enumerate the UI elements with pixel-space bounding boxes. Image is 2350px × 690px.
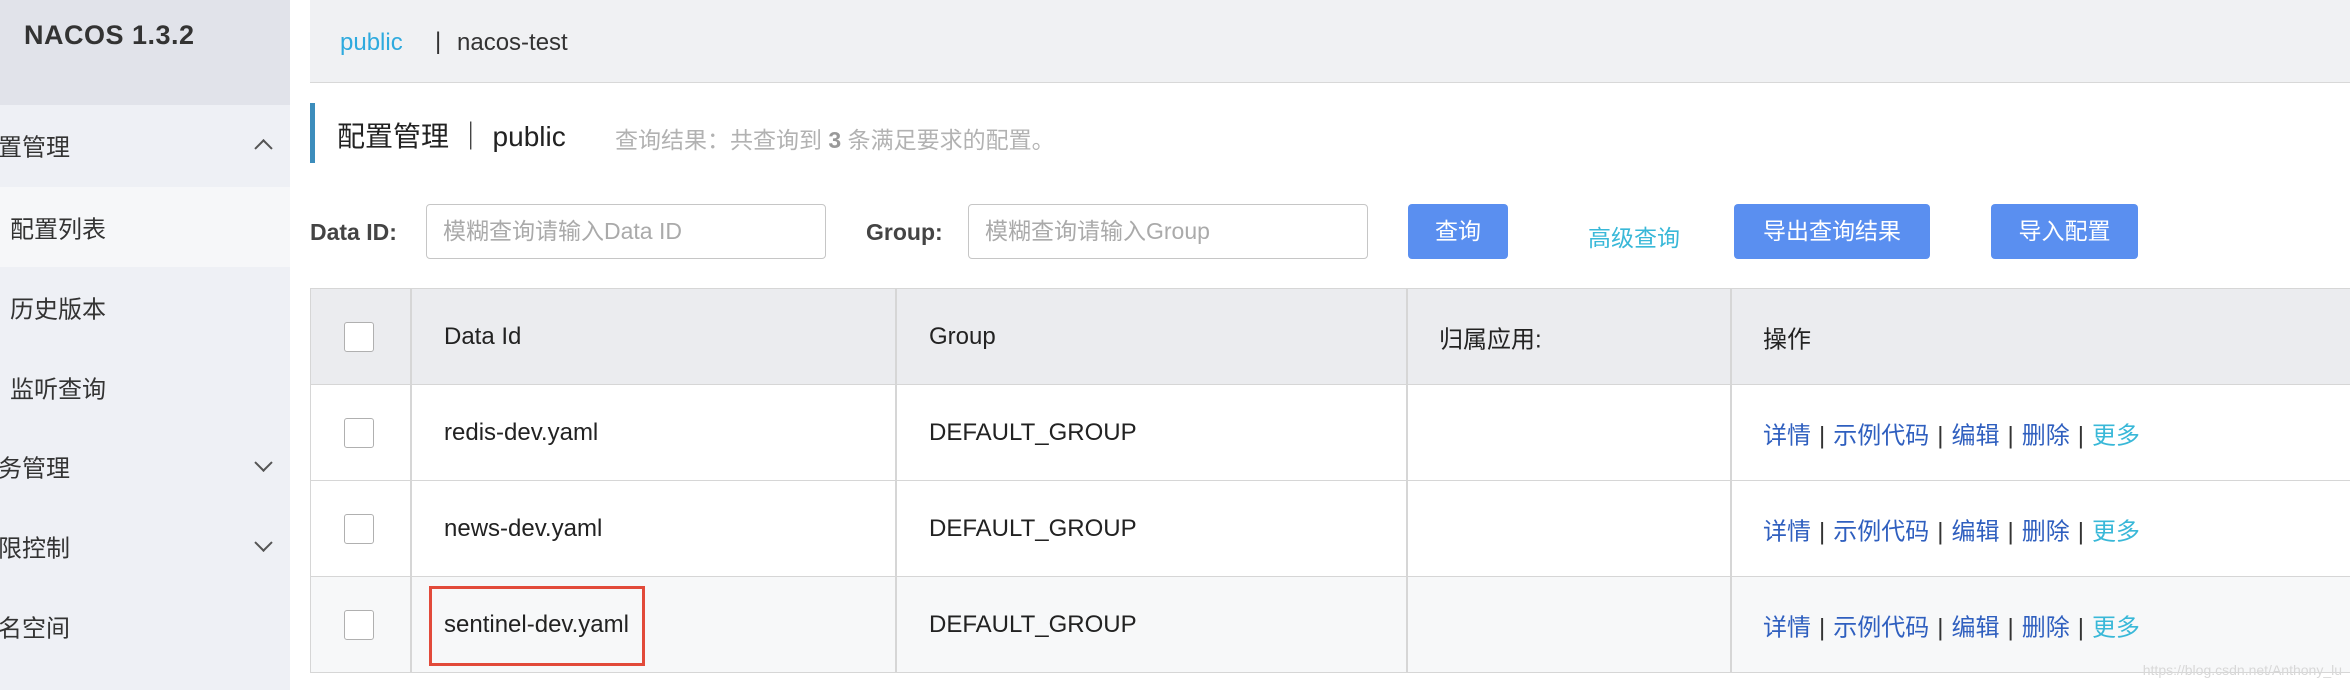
highlight-annotation-box xyxy=(429,586,645,666)
namespace-nacos-test-link[interactable]: nacos-test xyxy=(457,29,568,57)
logo-area: NACOS 1.3.2 xyxy=(0,0,290,105)
column-divider xyxy=(410,289,412,673)
column-header-label: 归属应用: xyxy=(1439,326,1542,353)
row-checkbox[interactable] xyxy=(344,417,374,448)
action-separator: | xyxy=(1819,422,1826,449)
group-value: DEFAULT_GROUP xyxy=(929,418,1137,446)
sidebar-item-namespace[interactable]: 名空间 xyxy=(0,586,290,666)
search-button[interactable]: 查询 xyxy=(1408,204,1508,259)
namespace-separator: | xyxy=(435,28,442,55)
app-logo: NACOS 1.3.2 xyxy=(24,20,195,50)
sample-code-link[interactable]: 示例代码 xyxy=(1833,518,1929,545)
namespace-public-link[interactable]: public xyxy=(340,29,403,57)
delete-link[interactable]: 删除 xyxy=(2022,422,2070,449)
dataid-search-input[interactable] xyxy=(426,204,826,259)
sidebar: NACOS 1.3.2 置管理 配置列表 历史版本 监听查询 务管理 限控制 名… xyxy=(0,0,290,690)
query-result-prefix: 查询结果：共查询到 xyxy=(615,127,822,153)
action-separator: | xyxy=(2007,614,2014,641)
row-select-cell xyxy=(311,385,411,480)
action-separator: | xyxy=(2007,518,2014,545)
table-row: news-dev.yaml DEFAULT_GROUP 详情 | 示例代码 | 编辑 | 删… xyxy=(311,481,2350,577)
action-separator: | xyxy=(2077,518,2084,545)
more-link[interactable]: 更多 xyxy=(2092,422,2140,449)
row-actions: 详情 | 示例代码 | 编辑 | 删除 | 更多 xyxy=(1763,415,2140,450)
column-header-label: Group xyxy=(929,322,996,350)
row-checkbox[interactable] xyxy=(344,609,374,640)
edit-link[interactable]: 编辑 xyxy=(1951,518,1999,545)
row-checkbox[interactable] xyxy=(344,513,374,544)
detail-link[interactable]: 详情 xyxy=(1763,518,1811,545)
title-accent-bar xyxy=(310,103,315,163)
page-title: 配置管理 ｜ public xyxy=(337,121,566,152)
select-all-checkbox[interactable] xyxy=(344,321,374,352)
dataid-label: Data ID: xyxy=(310,219,397,245)
action-separator: | xyxy=(1937,422,1944,449)
sidebar-item-label: 历史版本 xyxy=(10,296,106,324)
edit-link[interactable]: 编辑 xyxy=(1951,422,1999,449)
sidebar-item-service-management[interactable]: 务管理 xyxy=(0,426,290,506)
chevron-down-icon xyxy=(254,533,273,552)
sidebar-item-label: 配置列表 xyxy=(10,216,106,244)
advanced-search-link[interactable]: 高级查询 xyxy=(1588,219,1680,253)
chevron-down-icon xyxy=(254,453,273,472)
column-divider xyxy=(1730,289,1732,673)
sidebar-item-history[interactable]: 历史版本 xyxy=(0,267,290,347)
sample-code-link[interactable]: 示例代码 xyxy=(1833,422,1929,449)
chevron-up-icon xyxy=(254,139,273,158)
sidebar-item-label: 名空间 xyxy=(0,615,70,643)
edit-link[interactable]: 编辑 xyxy=(1951,614,1999,641)
export-results-button[interactable]: 导出查询结果 xyxy=(1734,204,1930,259)
sidebar-item-label: 限控制 xyxy=(0,535,70,563)
sidebar-item-label: 置管理 xyxy=(0,134,70,162)
row-actions: 详情 | 示例代码 | 编辑 | 删除 | 更多 xyxy=(1763,607,2140,642)
action-separator: | xyxy=(2077,422,2084,449)
group-value: DEFAULT_GROUP xyxy=(929,610,1137,638)
column-header-label: Data Id xyxy=(444,322,522,350)
query-result-text: 查询结果：共查询到 3 条满足要求的配置。 xyxy=(615,121,1055,155)
query-result-count: 3 xyxy=(828,127,842,153)
dataid-value: news-dev.yaml xyxy=(444,514,603,542)
select-all-cell xyxy=(311,289,411,384)
table-row: redis-dev.yaml DEFAULT_GROUP 详情 | 示例代码 | 编辑 |… xyxy=(311,385,2350,481)
delete-link[interactable]: 删除 xyxy=(2022,518,2070,545)
sidebar-item-config-list[interactable]: 配置列表 xyxy=(0,187,290,267)
sidebar-item-config-management[interactable]: 置管理 xyxy=(0,105,290,185)
sidebar-item-access-control[interactable]: 限控制 xyxy=(0,506,290,586)
group-search-input[interactable] xyxy=(968,204,1368,259)
column-divider xyxy=(895,289,897,673)
more-link[interactable]: 更多 xyxy=(2092,518,2140,545)
dataid-value: redis-dev.yaml xyxy=(444,418,599,446)
table-header-row: Data Id Group 归属应用: 操作 xyxy=(311,289,2350,385)
group-label: Group: xyxy=(866,219,943,245)
row-select-cell xyxy=(311,481,411,576)
column-header-label: 操作 xyxy=(1763,326,1811,353)
group-value: DEFAULT_GROUP xyxy=(929,514,1137,542)
delete-link[interactable]: 删除 xyxy=(2022,614,2070,641)
action-separator: | xyxy=(1937,518,1944,545)
sample-code-link[interactable]: 示例代码 xyxy=(1833,614,1929,641)
query-result-suffix: 条满足要求的配置。 xyxy=(847,127,1055,153)
action-separator: | xyxy=(2007,422,2014,449)
action-separator: | xyxy=(1819,518,1826,545)
row-actions: 详情 | 示例代码 | 编辑 | 删除 | 更多 xyxy=(1763,511,2140,546)
action-separator: | xyxy=(2077,614,2084,641)
action-separator: | xyxy=(1937,614,1944,641)
detail-link[interactable]: 详情 xyxy=(1763,422,1811,449)
row-select-cell xyxy=(311,577,411,672)
sidebar-item-label: 监听查询 xyxy=(10,376,106,404)
sidebar-item-label: 务管理 xyxy=(0,455,70,483)
action-separator: | xyxy=(1819,614,1826,641)
more-link[interactable]: 更多 xyxy=(2092,614,2140,641)
namespace-bar: public | nacos-test xyxy=(310,0,2350,83)
watermark: https://blog.csdn.net/Anthony_lu xyxy=(2142,662,2342,678)
detail-link[interactable]: 详情 xyxy=(1763,614,1811,641)
import-config-button[interactable]: 导入配置 xyxy=(1991,204,2138,259)
sidebar-item-listener-query[interactable]: 监听查询 xyxy=(0,347,290,427)
column-divider xyxy=(1406,289,1408,673)
